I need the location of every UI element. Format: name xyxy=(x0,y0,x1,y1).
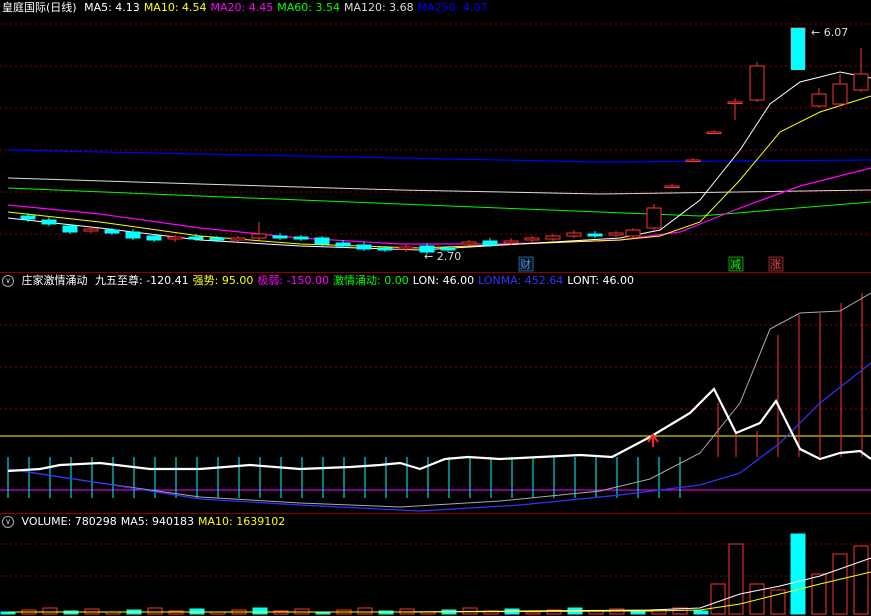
indicator-value: LONT: 46.00 xyxy=(567,274,635,287)
indicator-values: 九五至尊: -120.41 强势: 95.00 极弱: -150.00 激情涌动: 0… xyxy=(95,274,638,287)
volume-bar xyxy=(147,607,163,615)
ma120-line xyxy=(7,177,871,195)
volume-bar xyxy=(357,607,373,615)
low-price-label: ← 2.70 xyxy=(424,250,461,263)
down-candle xyxy=(293,236,309,240)
down-candle xyxy=(791,28,805,70)
down-candle xyxy=(356,244,372,250)
down-candle xyxy=(62,225,78,233)
volume-bar xyxy=(252,607,268,615)
down-candle xyxy=(482,240,498,246)
indicator-header: ∨ 庄家激情涌动 九五至尊: -120.41 强势: 95.00 极弱: -150.… xyxy=(0,273,642,289)
ma-value: MA60: 3.54 xyxy=(277,1,340,14)
down-candle xyxy=(335,242,351,247)
up-candle xyxy=(625,229,641,237)
volume-bar xyxy=(693,610,709,615)
ma-legend: MA5: 4.13 MA10: 4.54 MA20: 4.45 MA60: 3.54 M… xyxy=(84,1,491,14)
ma250-line xyxy=(7,149,871,163)
volume-bar xyxy=(710,583,726,615)
indicator-value: 激情涌动: 0.00 xyxy=(333,274,409,287)
nine-five-line xyxy=(7,387,871,473)
price-header: 皇庭国际(日线) MA5: 4.13 MA10: 4.54 MA20: 4.45 MA… xyxy=(0,0,495,16)
up-candle xyxy=(461,241,477,245)
ma-value: MA10: 4.54 xyxy=(143,1,207,14)
price-pane[interactable]: 皇庭国际(日线) MA5: 4.13 MA10: 4.54 MA20: 4.45 MA… xyxy=(0,0,871,272)
up-candle xyxy=(398,246,414,250)
event-marker: 涨 xyxy=(770,258,781,271)
volume-bar xyxy=(811,573,827,615)
indicator-title[interactable]: 庄家激情涌动 xyxy=(22,274,88,287)
indicator-chart[interactable] xyxy=(0,273,871,513)
indicator-value: 极弱: -150.00 xyxy=(257,274,330,287)
collapse-icon[interactable]: ∨ xyxy=(2,275,14,287)
up-candle xyxy=(832,83,848,105)
down-candle xyxy=(188,236,204,240)
down-candle xyxy=(377,247,393,251)
high-price-label: ← 6.07 xyxy=(811,26,848,39)
down-candle xyxy=(209,237,225,241)
indicator-value: 强势: 95.00 xyxy=(192,274,254,287)
indicator-value: 九五至尊: -120.41 xyxy=(95,274,189,287)
indicator-value: LONMA: 452.64 xyxy=(478,274,564,287)
ma10-line xyxy=(7,95,871,249)
volume-bar xyxy=(525,611,541,615)
down-candle xyxy=(104,229,120,234)
indicator-pane[interactable]: ∨ 庄家激情涌动 九五至尊: -120.41 强势: 95.00 极弱: -150.… xyxy=(0,273,871,513)
volume-value: MA5: 940183 xyxy=(120,515,194,528)
volume-bar xyxy=(790,533,806,615)
up-candle xyxy=(664,185,680,188)
ma-value: MA20: 4.45 xyxy=(210,1,274,14)
up-candle xyxy=(503,240,519,244)
volume-header: ∨ VOLUME: 780298 MA5: 940183 MA10: 1639102 xyxy=(0,514,293,530)
volume-value: VOLUME: 780298 xyxy=(21,515,117,528)
down-candle xyxy=(587,233,603,237)
up-candle xyxy=(727,101,743,104)
ma-value: MA250: 4.07 xyxy=(417,1,488,14)
up-candle xyxy=(685,159,701,162)
down-candle xyxy=(314,237,330,245)
up-candle xyxy=(251,233,267,239)
stock-title[interactable]: 皇庭国际(日线) xyxy=(2,1,77,14)
event-marker: 财 xyxy=(520,257,531,271)
event-marker: 减 xyxy=(730,258,741,271)
volume-bar xyxy=(630,611,646,615)
down-candle xyxy=(20,215,36,220)
volume-bar xyxy=(42,607,58,615)
indicator-value: LON: 46.00 xyxy=(412,274,475,287)
ma-value: MA5: 4.13 xyxy=(84,1,140,14)
down-candle xyxy=(41,219,57,225)
up-candle xyxy=(83,228,99,232)
down-candle xyxy=(125,231,141,239)
volume-bar xyxy=(832,553,848,615)
lonma-line xyxy=(7,362,871,512)
up-candle xyxy=(545,235,561,240)
volume-bar xyxy=(853,545,869,615)
up-candle xyxy=(566,232,582,237)
up-candle xyxy=(646,207,662,229)
up-candle xyxy=(524,237,540,241)
down-candle xyxy=(146,235,162,241)
collapse-icon[interactable]: ∨ xyxy=(2,516,14,528)
volume-pane[interactable]: ∨ VOLUME: 780298 MA5: 940183 MA10: 1639102 xyxy=(0,514,871,616)
up-candle xyxy=(749,65,765,101)
up-candle xyxy=(706,131,722,134)
volume-value: MA10: 1639102 xyxy=(197,515,286,528)
up-candle xyxy=(167,236,183,240)
up-candle xyxy=(811,93,827,107)
up-candle xyxy=(230,237,246,241)
ma-value: MA120: 3.68 xyxy=(343,1,414,14)
up-candle xyxy=(853,73,869,91)
down-candle xyxy=(272,235,288,239)
up-candle xyxy=(608,232,624,236)
candlestick-chart[interactable]: ← 6.07 ← 2.70 财 减 涨 xyxy=(0,0,871,272)
volume-values: VOLUME: 780298 MA5: 940183 MA10: 1639102 xyxy=(22,515,290,528)
